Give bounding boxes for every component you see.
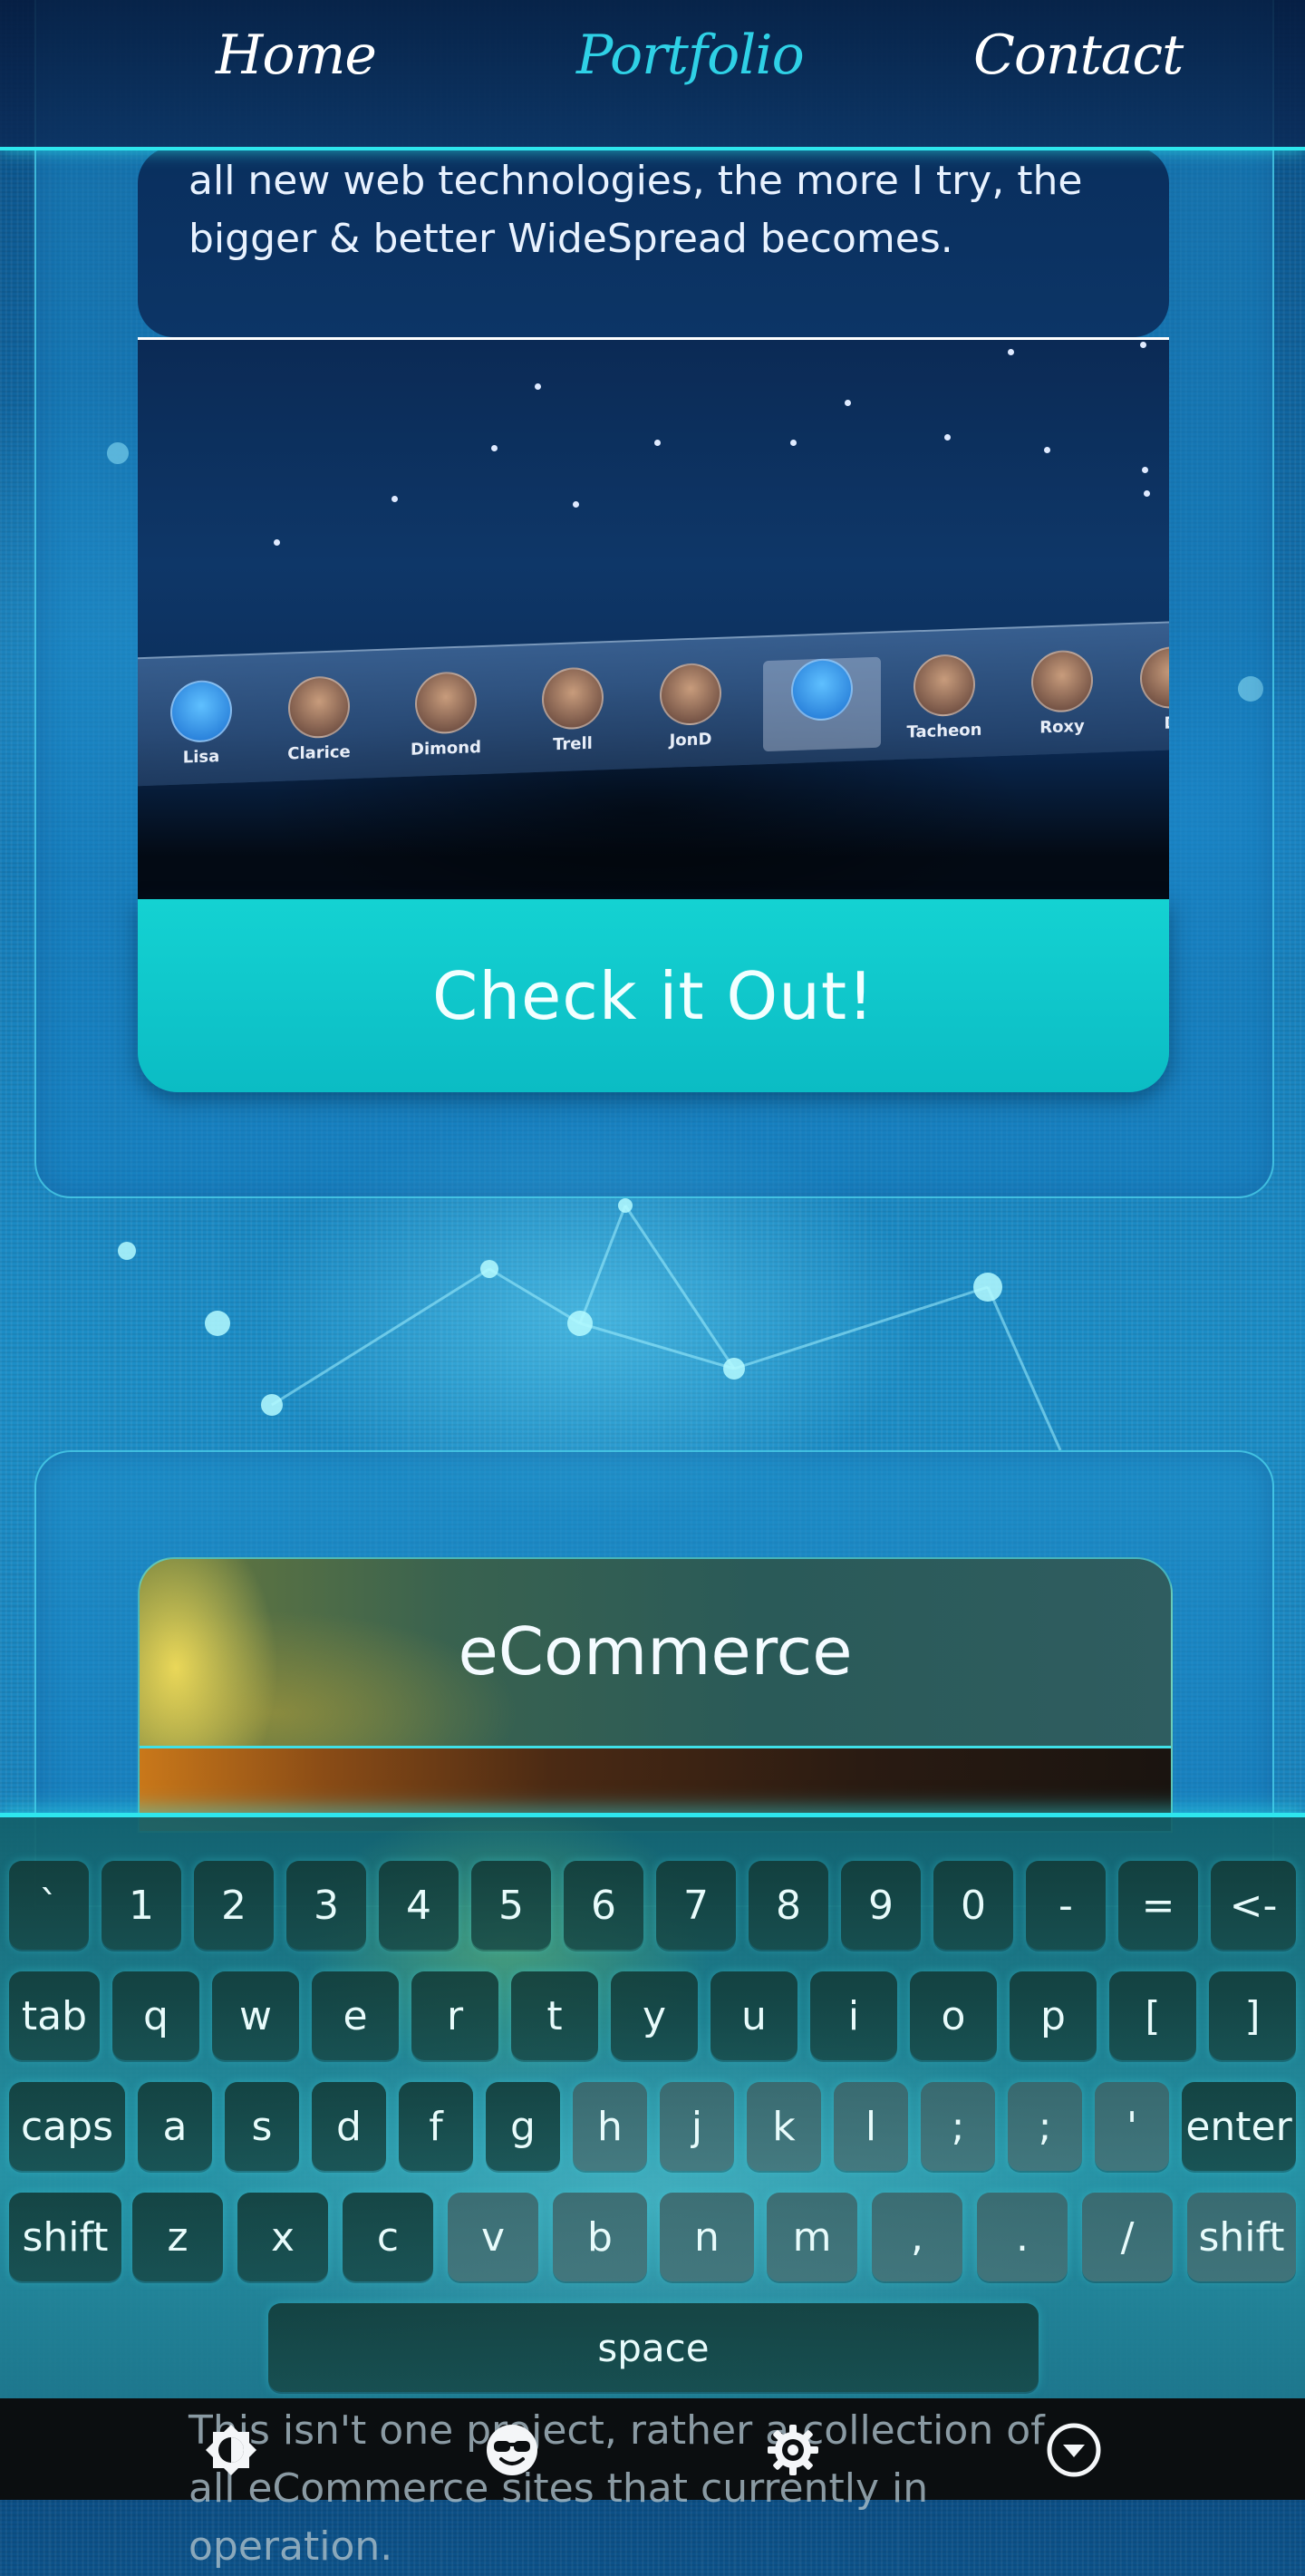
- ecommerce-title: eCommerce: [458, 1613, 853, 1690]
- sunglasses-face-icon[interactable]: [480, 2418, 544, 2482]
- key-semicolon[interactable]: ;: [921, 2082, 995, 2171]
- key-w[interactable]: w: [212, 1971, 299, 2060]
- key-tab[interactable]: tab: [9, 1971, 100, 2060]
- ecommerce-description: This isn't one project, rather a collect…: [188, 2407, 1045, 2570]
- key-shift-left[interactable]: shift: [9, 2193, 121, 2281]
- contacts-dock: Lisa Clarice Dimond Trell JonD Tacheon R…: [138, 620, 1169, 787]
- key-comma[interactable]: ,: [872, 2193, 962, 2281]
- key-m[interactable]: m: [767, 2193, 857, 2281]
- key-7[interactable]: 7: [656, 1861, 736, 1950]
- key-u[interactable]: u: [710, 1971, 798, 2060]
- key-q[interactable]: q: [112, 1971, 199, 2060]
- key-y[interactable]: y: [611, 1971, 698, 2060]
- key-slash[interactable]: /: [1082, 2193, 1173, 2281]
- key-8[interactable]: 8: [749, 1861, 828, 1950]
- key-n[interactable]: n: [660, 2193, 754, 2281]
- key-b[interactable]: b: [553, 2193, 647, 2281]
- key-left-bracket[interactable]: [: [1109, 1971, 1196, 2060]
- key-s[interactable]: s: [225, 2082, 299, 2171]
- dropdown-circle-icon[interactable]: [1042, 2418, 1106, 2482]
- key-5[interactable]: 5: [471, 1861, 551, 1950]
- key-h[interactable]: h: [573, 2082, 647, 2171]
- key-semicolon-2[interactable]: ;: [1008, 2082, 1082, 2171]
- key-p[interactable]: p: [1010, 1971, 1097, 2060]
- key-period[interactable]: .: [977, 2193, 1068, 2281]
- contact-item: Lisa: [156, 679, 246, 772]
- contact-item: D: [1126, 645, 1169, 739]
- contact-item: Roxy: [1017, 649, 1107, 742]
- key-0[interactable]: 0: [933, 1861, 1013, 1950]
- brightness-icon[interactable]: [199, 2418, 263, 2482]
- key-g[interactable]: g: [486, 2082, 560, 2171]
- nav-home-link[interactable]: Home: [216, 24, 377, 87]
- key-right-bracket[interactable]: ]: [1209, 1971, 1296, 2060]
- key-1[interactable]: 1: [102, 1861, 181, 1950]
- project-card-text-bg: This is my "playground". This is where I…: [138, 147, 1169, 337]
- key-d[interactable]: d: [312, 2082, 386, 2171]
- key-j[interactable]: j: [660, 2082, 734, 2171]
- key-enter[interactable]: enter: [1182, 2082, 1296, 2171]
- key-shift-right[interactable]: shift: [1187, 2193, 1296, 2281]
- key-caps[interactable]: caps: [9, 2082, 125, 2171]
- contact-item: Clarice: [274, 675, 364, 769]
- key-i[interactable]: i: [810, 1971, 897, 2060]
- nav-contact-link[interactable]: Contact: [973, 24, 1184, 87]
- contact-item: [763, 656, 881, 752]
- key-x[interactable]: x: [237, 2193, 328, 2281]
- contact-item: JonD: [645, 662, 736, 755]
- key-9[interactable]: 9: [841, 1861, 921, 1950]
- on-screen-keyboard: ` 1 2 3 4 5 6 7 8 9 0 - = <- tab q w e r…: [0, 1813, 1305, 2403]
- key-backtick[interactable]: `: [9, 1861, 89, 1950]
- contact-item: Trell: [527, 666, 618, 760]
- key-6[interactable]: 6: [564, 1861, 643, 1950]
- top-navigation: Home Portfolio Contact: [0, 0, 1305, 150]
- key-equals[interactable]: =: [1118, 1861, 1198, 1950]
- check-it-out-button[interactable]: Check it Out!: [138, 899, 1169, 1092]
- key-a[interactable]: a: [138, 2082, 212, 2171]
- contact-item: Dimond: [401, 671, 491, 764]
- project-screenshot: Lisa Clarice Dimond Trell JonD Tacheon R…: [138, 337, 1169, 902]
- settings-gear-icon[interactable]: [761, 2418, 825, 2482]
- key-k[interactable]: k: [747, 2082, 821, 2171]
- key-c[interactable]: c: [343, 2193, 433, 2281]
- nav-portfolio-link[interactable]: Portfolio: [576, 24, 805, 87]
- key-l[interactable]: l: [834, 2082, 908, 2171]
- key-4[interactable]: 4: [379, 1861, 459, 1950]
- key-e[interactable]: e: [312, 1971, 399, 2060]
- key-o[interactable]: o: [910, 1971, 997, 2060]
- key-minus[interactable]: -: [1026, 1861, 1106, 1950]
- key-z[interactable]: z: [132, 2193, 223, 2281]
- key-2[interactable]: 2: [194, 1861, 274, 1950]
- key-t[interactable]: t: [511, 1971, 598, 2060]
- key-3[interactable]: 3: [286, 1861, 366, 1950]
- project-card-text: This is my "playground". This is where I…: [138, 147, 1169, 337]
- ecommerce-card: eCommerce: [138, 1557, 1173, 1833]
- key-f[interactable]: f: [399, 2082, 473, 2171]
- key-space[interactable]: space: [268, 2303, 1039, 2392]
- key-backspace[interactable]: <-: [1211, 1861, 1296, 1950]
- key-quote[interactable]: ': [1095, 2082, 1169, 2171]
- contact-item: Tacheon: [899, 653, 990, 746]
- key-v[interactable]: v: [448, 2193, 538, 2281]
- project-description: This is my "playground". This is where I…: [188, 158, 1083, 262]
- key-r[interactable]: r: [411, 1971, 498, 2060]
